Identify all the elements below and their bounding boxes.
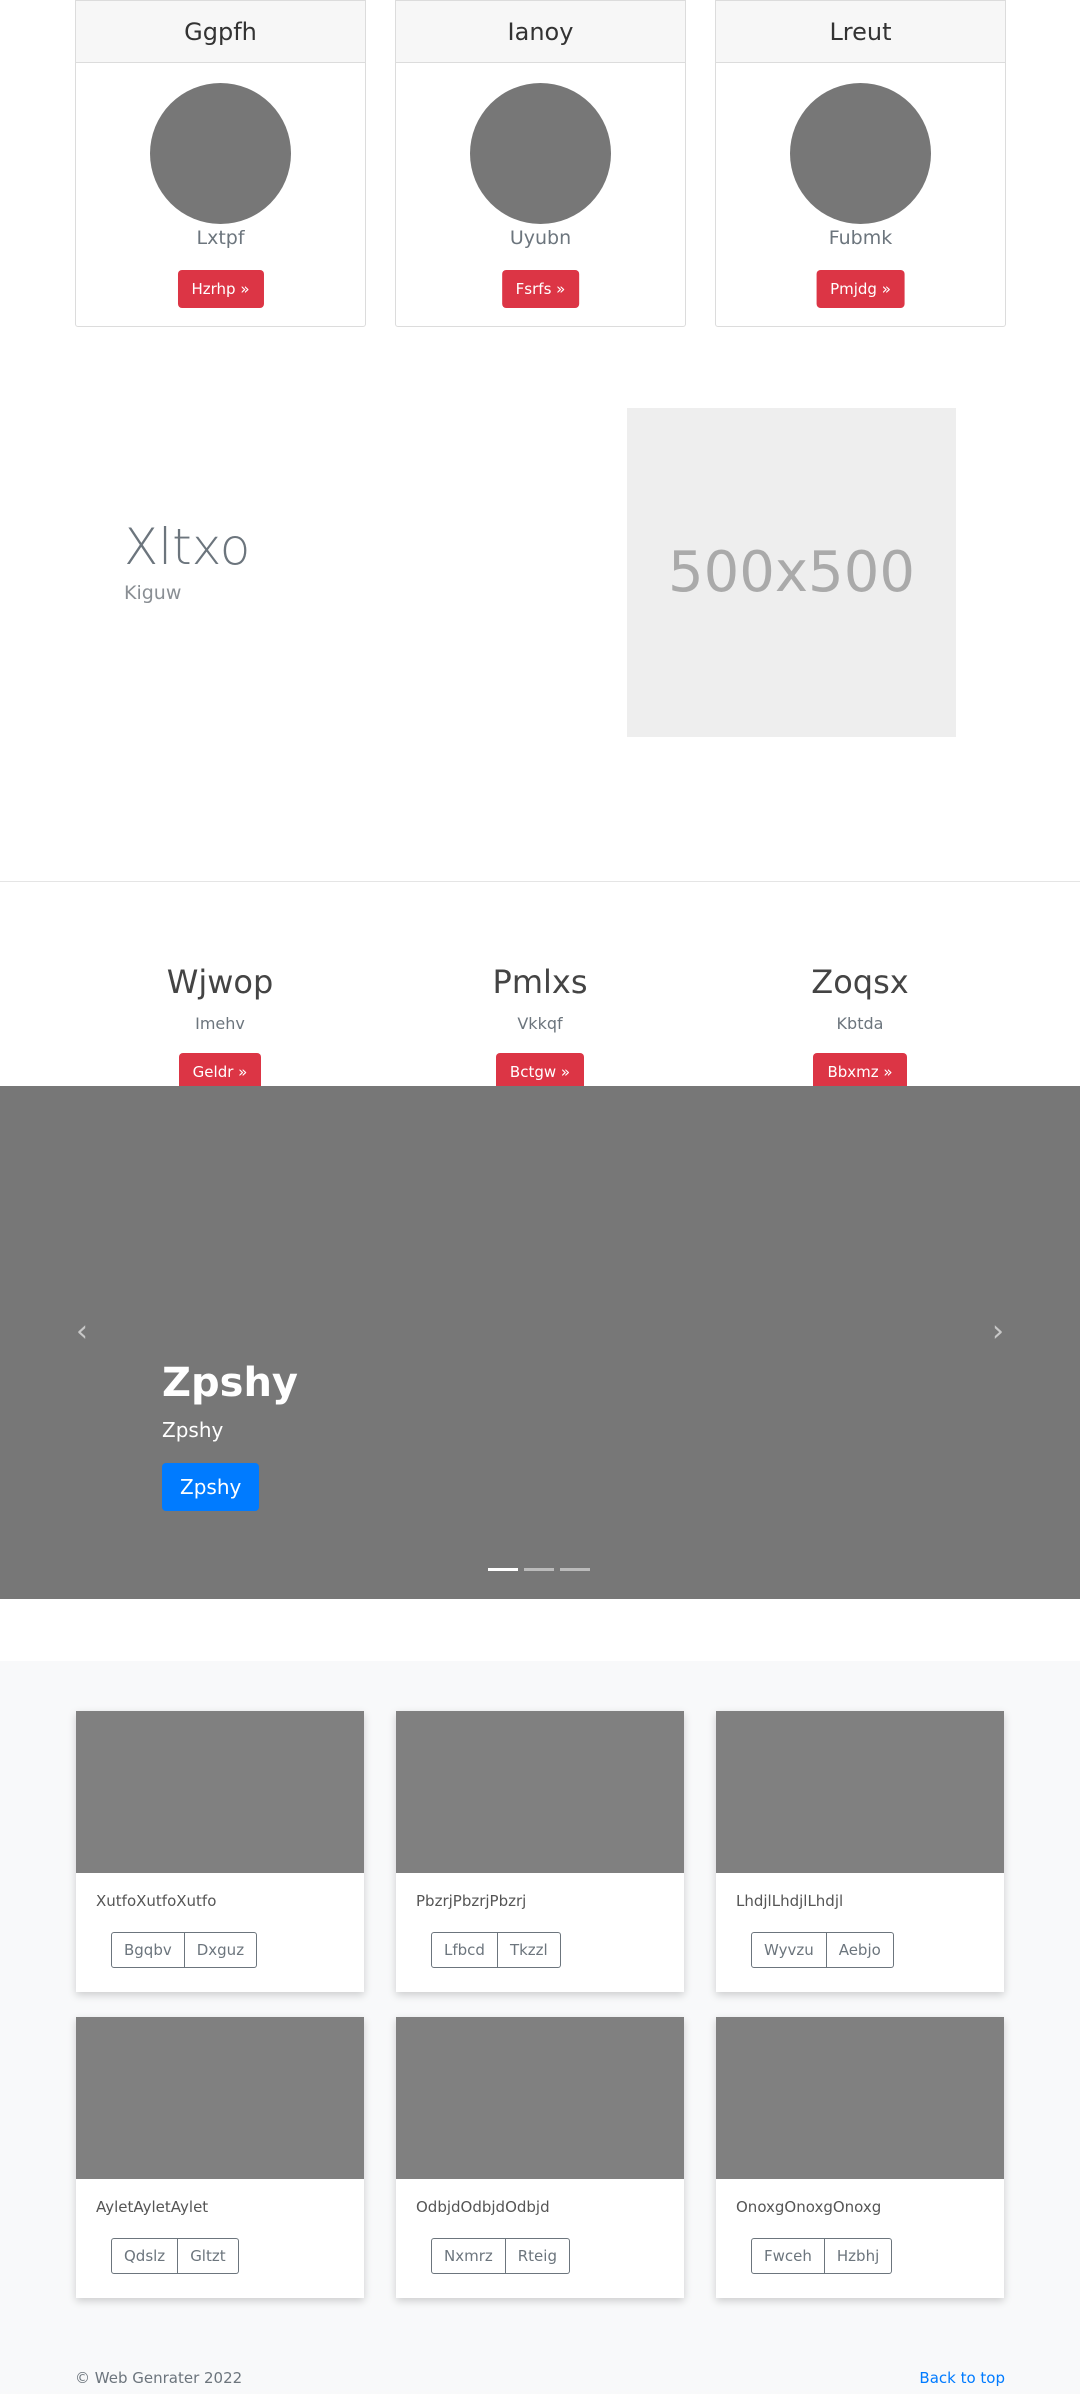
column-title: Pmlxs	[492, 963, 588, 1001]
section-divider	[0, 881, 1080, 882]
album-card-button[interactable]: Wyvzu	[751, 1932, 827, 1968]
profile-card: Ggpfh Lxtpf Hzrhp »	[75, 0, 366, 327]
carousel-title: Zpshy	[162, 1360, 298, 1406]
album-card-button[interactable]: Nxmrz	[431, 2238, 506, 2274]
profile-card-title: Lreut	[716, 1, 1005, 63]
album-card-button[interactable]: Lfbcd	[431, 1932, 498, 1968]
column: Pmlxs Vkkqf Bctgw »	[380, 960, 700, 1091]
footer: © Web Genrater 2022 Back to top	[0, 2361, 1080, 2394]
album-card-button[interactable]: Qdslz	[111, 2238, 179, 2274]
album-card-image	[76, 1711, 364, 1873]
avatar	[150, 83, 291, 224]
carousel-prev-icon[interactable]: ‹	[62, 1311, 102, 1351]
carousel-indicator[interactable]	[524, 1568, 554, 1571]
column-title: Wjwop	[166, 963, 274, 1001]
album-card: XutfoXutfoXutfo Bgqbv Dxguz	[76, 1711, 364, 1992]
profile-card-button[interactable]: Pmjdg »	[816, 270, 905, 308]
album-card-text: PbzrjPbzrjPbzrj	[416, 1892, 527, 1910]
album-card-button-group: Nxmrz Rteig	[431, 2238, 570, 2274]
album-card-text: XutfoXutfoXutfo	[96, 1892, 217, 1910]
album-card-button-group: Lfbcd Tkzzl	[431, 1932, 561, 1968]
profile-card-subtitle: Lxtpf	[196, 227, 245, 249]
column-subtitle: Imehv	[195, 1014, 245, 1033]
album-card-image	[396, 1711, 684, 1873]
album-card: PbzrjPbzrjPbzrj Lfbcd Tkzzl	[396, 1711, 684, 1992]
album-card-button[interactable]: Fwceh	[751, 2238, 825, 2274]
album-card-button[interactable]: Hzbhj	[824, 2238, 893, 2274]
profile-card-button[interactable]: Fsrfs »	[501, 270, 580, 308]
profile-card-button[interactable]: Hzrhp »	[177, 270, 264, 308]
album-card-button[interactable]: Rteig	[505, 2238, 570, 2274]
album-section: XutfoXutfoXutfo Bgqbv Dxguz PbzrjPbzrjPb…	[0, 1661, 1080, 2361]
album-card-button[interactable]: Tkzzl	[497, 1932, 561, 1968]
carousel-next-icon[interactable]: ›	[978, 1311, 1018, 1351]
feature-image-placeholder: 500x500	[627, 408, 956, 737]
column-title: Zoqsx	[811, 963, 909, 1001]
feature-title: Xltxo	[124, 518, 251, 576]
carousel-subtitle: Zpshy	[162, 1418, 224, 1442]
profile-card-subtitle: Uyubn	[509, 227, 572, 249]
album-card-image	[76, 2017, 364, 2179]
album-card-image	[716, 1711, 1004, 1873]
album-card-button-group: Qdslz Gltzt	[111, 2238, 239, 2274]
profile-card-title: Ianoy	[396, 1, 685, 63]
profile-card: Ianoy Uyubn Fsrfs »	[395, 0, 686, 327]
carousel-indicator[interactable]	[488, 1568, 518, 1571]
avatar	[470, 83, 611, 224]
album-card-button-group: Wyvzu Aebjo	[751, 1932, 894, 1968]
avatar	[790, 83, 931, 224]
album-card: OnoxgOnoxgOnoxg Fwceh Hzbhj	[716, 2017, 1004, 2298]
column-subtitle: Vkkqf	[517, 1014, 563, 1033]
carousel: ‹ › Zpshy Zpshy Zpshy	[0, 1086, 1080, 1599]
profile-card-title: Ggpfh	[76, 1, 365, 63]
profile-card: Lreut Fubmk Pmjdg »	[715, 0, 1006, 327]
column-subtitle: Kbtda	[836, 1014, 884, 1033]
album-card-text: AyletAyletAylet	[96, 2198, 209, 2216]
album-card-text: OdbjdOdbjdOdbjd	[416, 2198, 550, 2216]
album-card-button-group: Bgqbv Dxguz	[111, 1932, 258, 1968]
column: Zoqsx Kbtda Bbxmz »	[700, 960, 1020, 1091]
album-card-image	[716, 2017, 1004, 2179]
carousel-button[interactable]: Zpshy	[162, 1463, 260, 1511]
album-card-image	[396, 2017, 684, 2179]
album-card-button[interactable]: Gltzt	[178, 2238, 239, 2274]
album-card: AyletAyletAylet Qdslz Gltzt	[76, 2017, 364, 2298]
album-card-button[interactable]: Bgqbv	[111, 1932, 185, 1968]
back-to-top-link[interactable]: Back to top	[919, 2369, 1005, 2387]
feature-subtitle: Kiguw	[124, 582, 182, 604]
copyright-text: © Web Genrater 2022	[75, 2369, 243, 2387]
album-card-button[interactable]: Aebjo	[826, 1932, 894, 1968]
profile-cards-section: Ggpfh Lxtpf Hzrhp » Ianoy Uyubn Fsrfs » …	[0, 0, 1080, 330]
profile-card-subtitle: Fubmk	[828, 227, 893, 249]
album-card-button[interactable]: Dxguz	[184, 1932, 258, 1968]
carousel-indicators	[488, 1568, 590, 1571]
album-card-button-group: Fwceh Hzbhj	[751, 2238, 893, 2274]
album-card: OdbjdOdbjdOdbjd Nxmrz Rteig	[396, 2017, 684, 2298]
album-card-text: OnoxgOnoxgOnoxg	[736, 2198, 882, 2216]
album-card-text: LhdjlLhdjlLhdjl	[736, 1892, 844, 1910]
album-card: LhdjlLhdjlLhdjl Wyvzu Aebjo	[716, 1711, 1004, 1992]
carousel-indicator[interactable]	[560, 1568, 590, 1571]
column: Wjwop Imehv Geldr »	[60, 960, 380, 1091]
